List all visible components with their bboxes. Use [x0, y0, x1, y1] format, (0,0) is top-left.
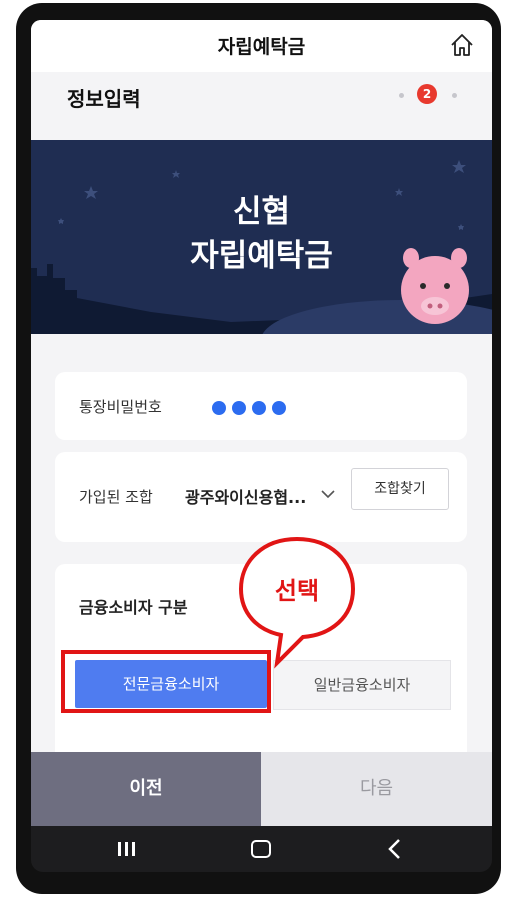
system-nav-bar: [31, 826, 492, 872]
password-dot: [212, 401, 226, 415]
find-union-button[interactable]: 조합찾기: [351, 468, 449, 510]
password-dots: [212, 400, 292, 415]
home-button-icon[interactable]: [241, 834, 281, 864]
banner-line-2: 자립예탁금: [190, 238, 333, 274]
step-indicator: 2: [397, 84, 461, 106]
banner-line-1: 신협: [232, 194, 291, 230]
password-dot: [252, 401, 266, 415]
consumer-type-label: 금융소비자 구분: [79, 598, 188, 617]
step-bar: 정보입력 2: [31, 72, 492, 140]
title-bar: 자립예탁금: [31, 20, 492, 72]
password-dot: [232, 401, 246, 415]
union-label: 가입된 조합: [79, 488, 153, 506]
union-card: 가입된 조합 광주와이신용협... 조합찾기: [55, 452, 467, 542]
step-title: 정보입력: [67, 87, 141, 111]
password-label: 통장비밀번호: [79, 398, 162, 416]
bottom-actions: 이전 다음: [31, 752, 492, 826]
chevron-down-icon[interactable]: [321, 489, 335, 499]
page-title: 자립예탁금: [217, 36, 306, 58]
recent-apps-icon[interactable]: [107, 834, 147, 864]
step-dot-current: 2: [417, 84, 437, 104]
callout-bubble: 선택: [237, 535, 357, 670]
union-select[interactable]: 광주와이신용협...: [185, 484, 306, 508]
home-icon[interactable]: [449, 32, 475, 58]
prev-button[interactable]: 이전: [31, 752, 261, 826]
next-button[interactable]: 다음: [261, 752, 492, 826]
step-dot-1: [399, 93, 404, 98]
back-icon[interactable]: [375, 834, 415, 864]
callout-text: 선택: [274, 577, 320, 605]
product-banner: 신협 자립예탁금: [31, 140, 492, 334]
password-card[interactable]: 통장비밀번호: [55, 372, 467, 440]
password-dot: [272, 401, 286, 415]
step-dot-3: [452, 93, 457, 98]
